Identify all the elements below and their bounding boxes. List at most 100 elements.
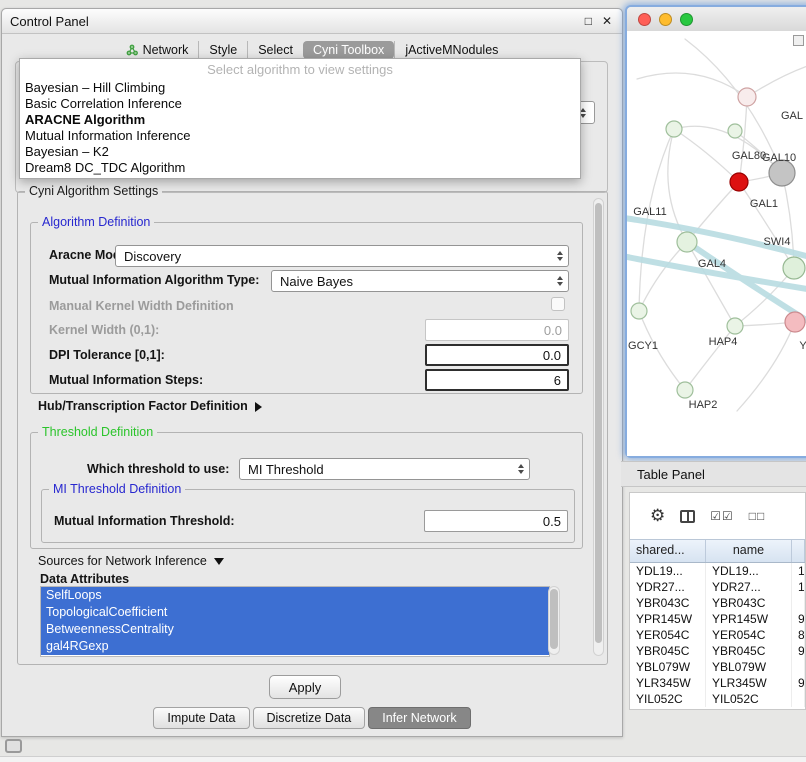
algorithm-option[interactable]: ARACNE Algorithm bbox=[20, 112, 580, 128]
table-cell[interactable]: 12 bbox=[792, 579, 805, 595]
table-cell[interactable]: 13 bbox=[792, 563, 805, 579]
network-node[interactable] bbox=[785, 312, 805, 332]
network-node[interactable] bbox=[677, 232, 697, 252]
table-cell[interactable] bbox=[792, 595, 805, 611]
tab-cyni-toolbox[interactable]: Cyni Toolbox bbox=[303, 41, 394, 59]
network-node[interactable] bbox=[730, 173, 748, 191]
network-node[interactable] bbox=[666, 121, 682, 137]
table-cell[interactable]: YDL19... bbox=[706, 563, 792, 579]
attribute-list-item[interactable]: SelfLoops bbox=[41, 587, 549, 604]
panel-restore-icon[interactable] bbox=[5, 739, 22, 753]
table-cell[interactable]: YIL052C bbox=[706, 691, 792, 707]
table-cell[interactable]: YPR145W bbox=[706, 611, 792, 627]
network-canvas[interactable]: GALGAL80GAL10GAL11GAL1SWI4GAL4GCY1HAP4HA… bbox=[627, 31, 806, 456]
mi-threshold-field[interactable]: 0.5 bbox=[424, 510, 568, 532]
attributes-scrollbar[interactable] bbox=[548, 586, 560, 655]
attribute-list-item[interactable]: BetweennessCentrality bbox=[41, 621, 549, 638]
attribute-list-item[interactable]: TopologicalCoefficient bbox=[41, 604, 549, 621]
table-cell[interactable]: YER054C bbox=[706, 627, 792, 643]
table-row[interactable]: YBR043CYBR043C bbox=[630, 595, 805, 611]
table-cell[interactable]: YBR043C bbox=[630, 595, 706, 611]
column-header-clipped[interactable] bbox=[792, 540, 805, 562]
table-cell[interactable]: YBR045C bbox=[630, 643, 706, 659]
table-cell[interactable]: YER054C bbox=[630, 627, 706, 643]
table-cell[interactable]: YBR043C bbox=[706, 595, 792, 611]
attribute-list-item[interactable]: gal4RGexp bbox=[41, 638, 549, 655]
tab-impute-data[interactable]: Impute Data bbox=[153, 707, 249, 729]
table-cell[interactable]: 9. bbox=[792, 675, 805, 691]
data-attributes-list[interactable]: SelfLoopsTopologicalCoefficientBetweenne… bbox=[40, 586, 550, 657]
table-cell[interactable]: YBR045C bbox=[706, 643, 792, 659]
table-row[interactable]: YDL19...YDL19...13 bbox=[630, 563, 805, 579]
table-cell[interactable]: 8. bbox=[792, 627, 805, 643]
mi-threshold-label: Mutual Information Threshold: bbox=[54, 514, 235, 528]
column-header-name[interactable]: name bbox=[706, 540, 792, 562]
table-cell[interactable]: YPR145W bbox=[630, 611, 706, 627]
table-row[interactable]: YBL079WYBL079W bbox=[630, 659, 805, 675]
table-cell[interactable]: YLR345W bbox=[706, 675, 792, 691]
table-cell[interactable]: YDR27... bbox=[706, 579, 792, 595]
table-cell[interactable]: 9. bbox=[792, 643, 805, 659]
mi-type-combobox[interactable]: Naive Bayes bbox=[271, 270, 569, 292]
table-cell[interactable]: YDL19... bbox=[630, 563, 706, 579]
settings-scrollbar[interactable] bbox=[593, 198, 604, 656]
select-all-columns-icon[interactable]: ☑☑ bbox=[710, 509, 734, 523]
table-rows: YDL19...YDL19...13YDR27...YDR27...12YBR0… bbox=[630, 563, 805, 707]
which-threshold-combobox[interactable]: MI Threshold bbox=[239, 458, 530, 480]
tab-infer-network[interactable]: Infer Network bbox=[368, 707, 470, 729]
mi-steps-field[interactable]: 6 bbox=[425, 369, 569, 391]
table-cell[interactable]: YBL079W bbox=[630, 659, 706, 675]
hub-section-toggle[interactable]: Hub/Transcription Factor Definition bbox=[38, 399, 262, 413]
algorithm-option[interactable]: Basic Correlation Inference bbox=[20, 96, 580, 112]
network-node[interactable] bbox=[738, 88, 756, 106]
sources-section-toggle[interactable]: Sources for Network Inference bbox=[38, 554, 224, 568]
attributes-scrollbar-thumb[interactable] bbox=[550, 589, 558, 649]
algorithm-option[interactable]: Bayesian – K2 bbox=[20, 144, 580, 160]
settings-scrollbar-thumb[interactable] bbox=[595, 203, 602, 643]
table-cell[interactable]: YBL079W bbox=[706, 659, 792, 675]
columns-icon[interactable] bbox=[680, 510, 695, 523]
deselect-all-columns-icon[interactable]: □□ bbox=[749, 509, 766, 523]
table-cell[interactable] bbox=[792, 691, 805, 707]
network-node[interactable] bbox=[631, 303, 647, 319]
algorithm-option[interactable]: Bayesian – Hill Climbing bbox=[20, 80, 580, 96]
table-cell[interactable] bbox=[792, 659, 805, 675]
zoom-traffic-icon[interactable] bbox=[680, 13, 693, 26]
table-cell[interactable]: YDR27... bbox=[630, 579, 706, 595]
kernel-width-field[interactable]: 0.0 bbox=[425, 319, 569, 341]
minimize-traffic-icon[interactable] bbox=[659, 13, 672, 26]
table-row[interactable]: YIL052CYIL052C bbox=[630, 691, 805, 707]
tab-jactivemodules[interactable]: jActiveMNodules bbox=[394, 41, 508, 59]
tab-discretize-data[interactable]: Discretize Data bbox=[253, 707, 366, 729]
table-row[interactable]: YLR345WYLR345W9. bbox=[630, 675, 805, 691]
tab-style[interactable]: Style bbox=[198, 41, 247, 59]
algorithm-option[interactable]: Dream8 DC_TDC Algorithm bbox=[20, 160, 580, 176]
column-header-shared-name[interactable]: shared... bbox=[630, 540, 706, 562]
table-cell[interactable]: YLR345W bbox=[630, 675, 706, 691]
table-row[interactable]: YDR27...YDR27...12 bbox=[630, 579, 805, 595]
tab-network[interactable]: Network bbox=[116, 41, 199, 59]
network-window-titlebar[interactable] bbox=[627, 7, 806, 32]
tab-select[interactable]: Select bbox=[247, 41, 303, 59]
network-node[interactable] bbox=[728, 124, 742, 138]
table-cell[interactable]: YIL052C bbox=[630, 691, 706, 707]
float-window-icon[interactable]: □ bbox=[585, 14, 592, 28]
network-node[interactable] bbox=[783, 257, 805, 279]
control-panel-titlebar[interactable]: Control Panel □ ✕ bbox=[2, 9, 622, 34]
close-icon[interactable]: ✕ bbox=[602, 14, 612, 28]
network-node[interactable] bbox=[727, 318, 743, 334]
manual-kernel-checkbox[interactable] bbox=[551, 297, 565, 311]
algorithm-option[interactable]: Mutual Information Inference bbox=[20, 128, 580, 144]
bottom-strip bbox=[0, 756, 806, 762]
table-panel-titlebar[interactable]: Table Panel bbox=[621, 461, 806, 487]
close-traffic-icon[interactable] bbox=[638, 13, 651, 26]
gear-icon[interactable]: ⚙ bbox=[650, 506, 665, 526]
table-row[interactable]: YBR045CYBR045C9. bbox=[630, 643, 805, 659]
table-row[interactable]: YPR145WYPR145W9. bbox=[630, 611, 805, 627]
table-cell[interactable]: 9. bbox=[792, 611, 805, 627]
network-node[interactable] bbox=[677, 382, 693, 398]
aracne-mode-combobox[interactable]: Discovery bbox=[115, 245, 569, 267]
table-row[interactable]: YER054CYER054C8. bbox=[630, 627, 805, 643]
apply-button[interactable]: Apply bbox=[269, 675, 341, 699]
dpi-tolerance-field[interactable]: 0.0 bbox=[425, 344, 569, 366]
